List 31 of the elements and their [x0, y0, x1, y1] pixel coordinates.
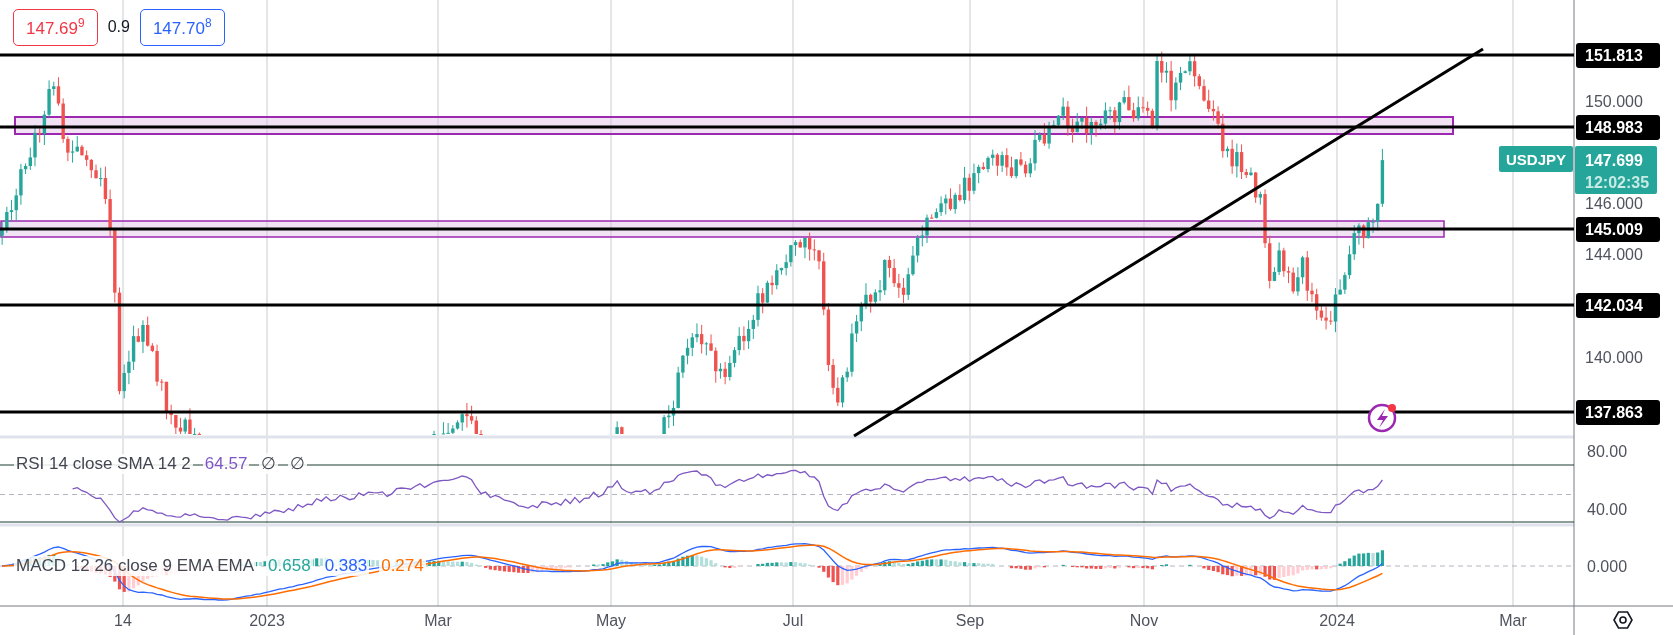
time-axis-label: Sep	[955, 612, 985, 629]
time-axis-label: 14	[114, 612, 132, 629]
macd-axis-label: 0.000	[1587, 558, 1628, 575]
macd-value: 0.658	[266, 556, 313, 576]
macd-legend: MACD 12 26 close 9 EMA EMA	[14, 556, 257, 576]
rsi-legend: RSI 14 close SMA 14 2	[14, 453, 193, 474]
level-price-label: 145.009	[1576, 217, 1660, 242]
bar-countdown: 12:02:35	[1585, 174, 1650, 191]
price-axis-label: 144.000	[1585, 246, 1643, 263]
rsi-axis-label: 40.00	[1587, 501, 1628, 518]
level-price-label: 142.034	[1576, 293, 1660, 318]
price-axis-label: 150.000	[1585, 93, 1643, 110]
rsi-ma-value: ∅	[259, 453, 279, 474]
rsi-axis-label: 80.00	[1587, 443, 1628, 460]
bid-price[interactable]: 147.69$^{9}$	[13, 9, 98, 46]
time-axis-label: May	[595, 612, 627, 629]
time-axis-label: Jul	[782, 612, 804, 629]
level-price-label: 137.863	[1576, 400, 1660, 425]
level-price-label: 148.983	[1576, 115, 1660, 140]
current-price: 147.699	[1585, 152, 1643, 169]
price-axis-label: 140.000	[1585, 349, 1643, 366]
time-axis-label: Mar	[1499, 612, 1527, 629]
time-axis-label: Nov	[1129, 612, 1159, 629]
symbol-tag: USDJPY	[1499, 146, 1573, 172]
price-axis-label: 146.000	[1585, 195, 1643, 212]
ask-price[interactable]: 147.70$^{8}$	[139, 9, 225, 46]
time-axis-label: 2023	[249, 612, 285, 629]
spread-value: 0.9	[107, 18, 130, 37]
time-axis-label: Mar	[424, 612, 452, 629]
level-price-label: 151.813	[1576, 43, 1660, 68]
time-axis-label: 2024	[1319, 612, 1355, 629]
